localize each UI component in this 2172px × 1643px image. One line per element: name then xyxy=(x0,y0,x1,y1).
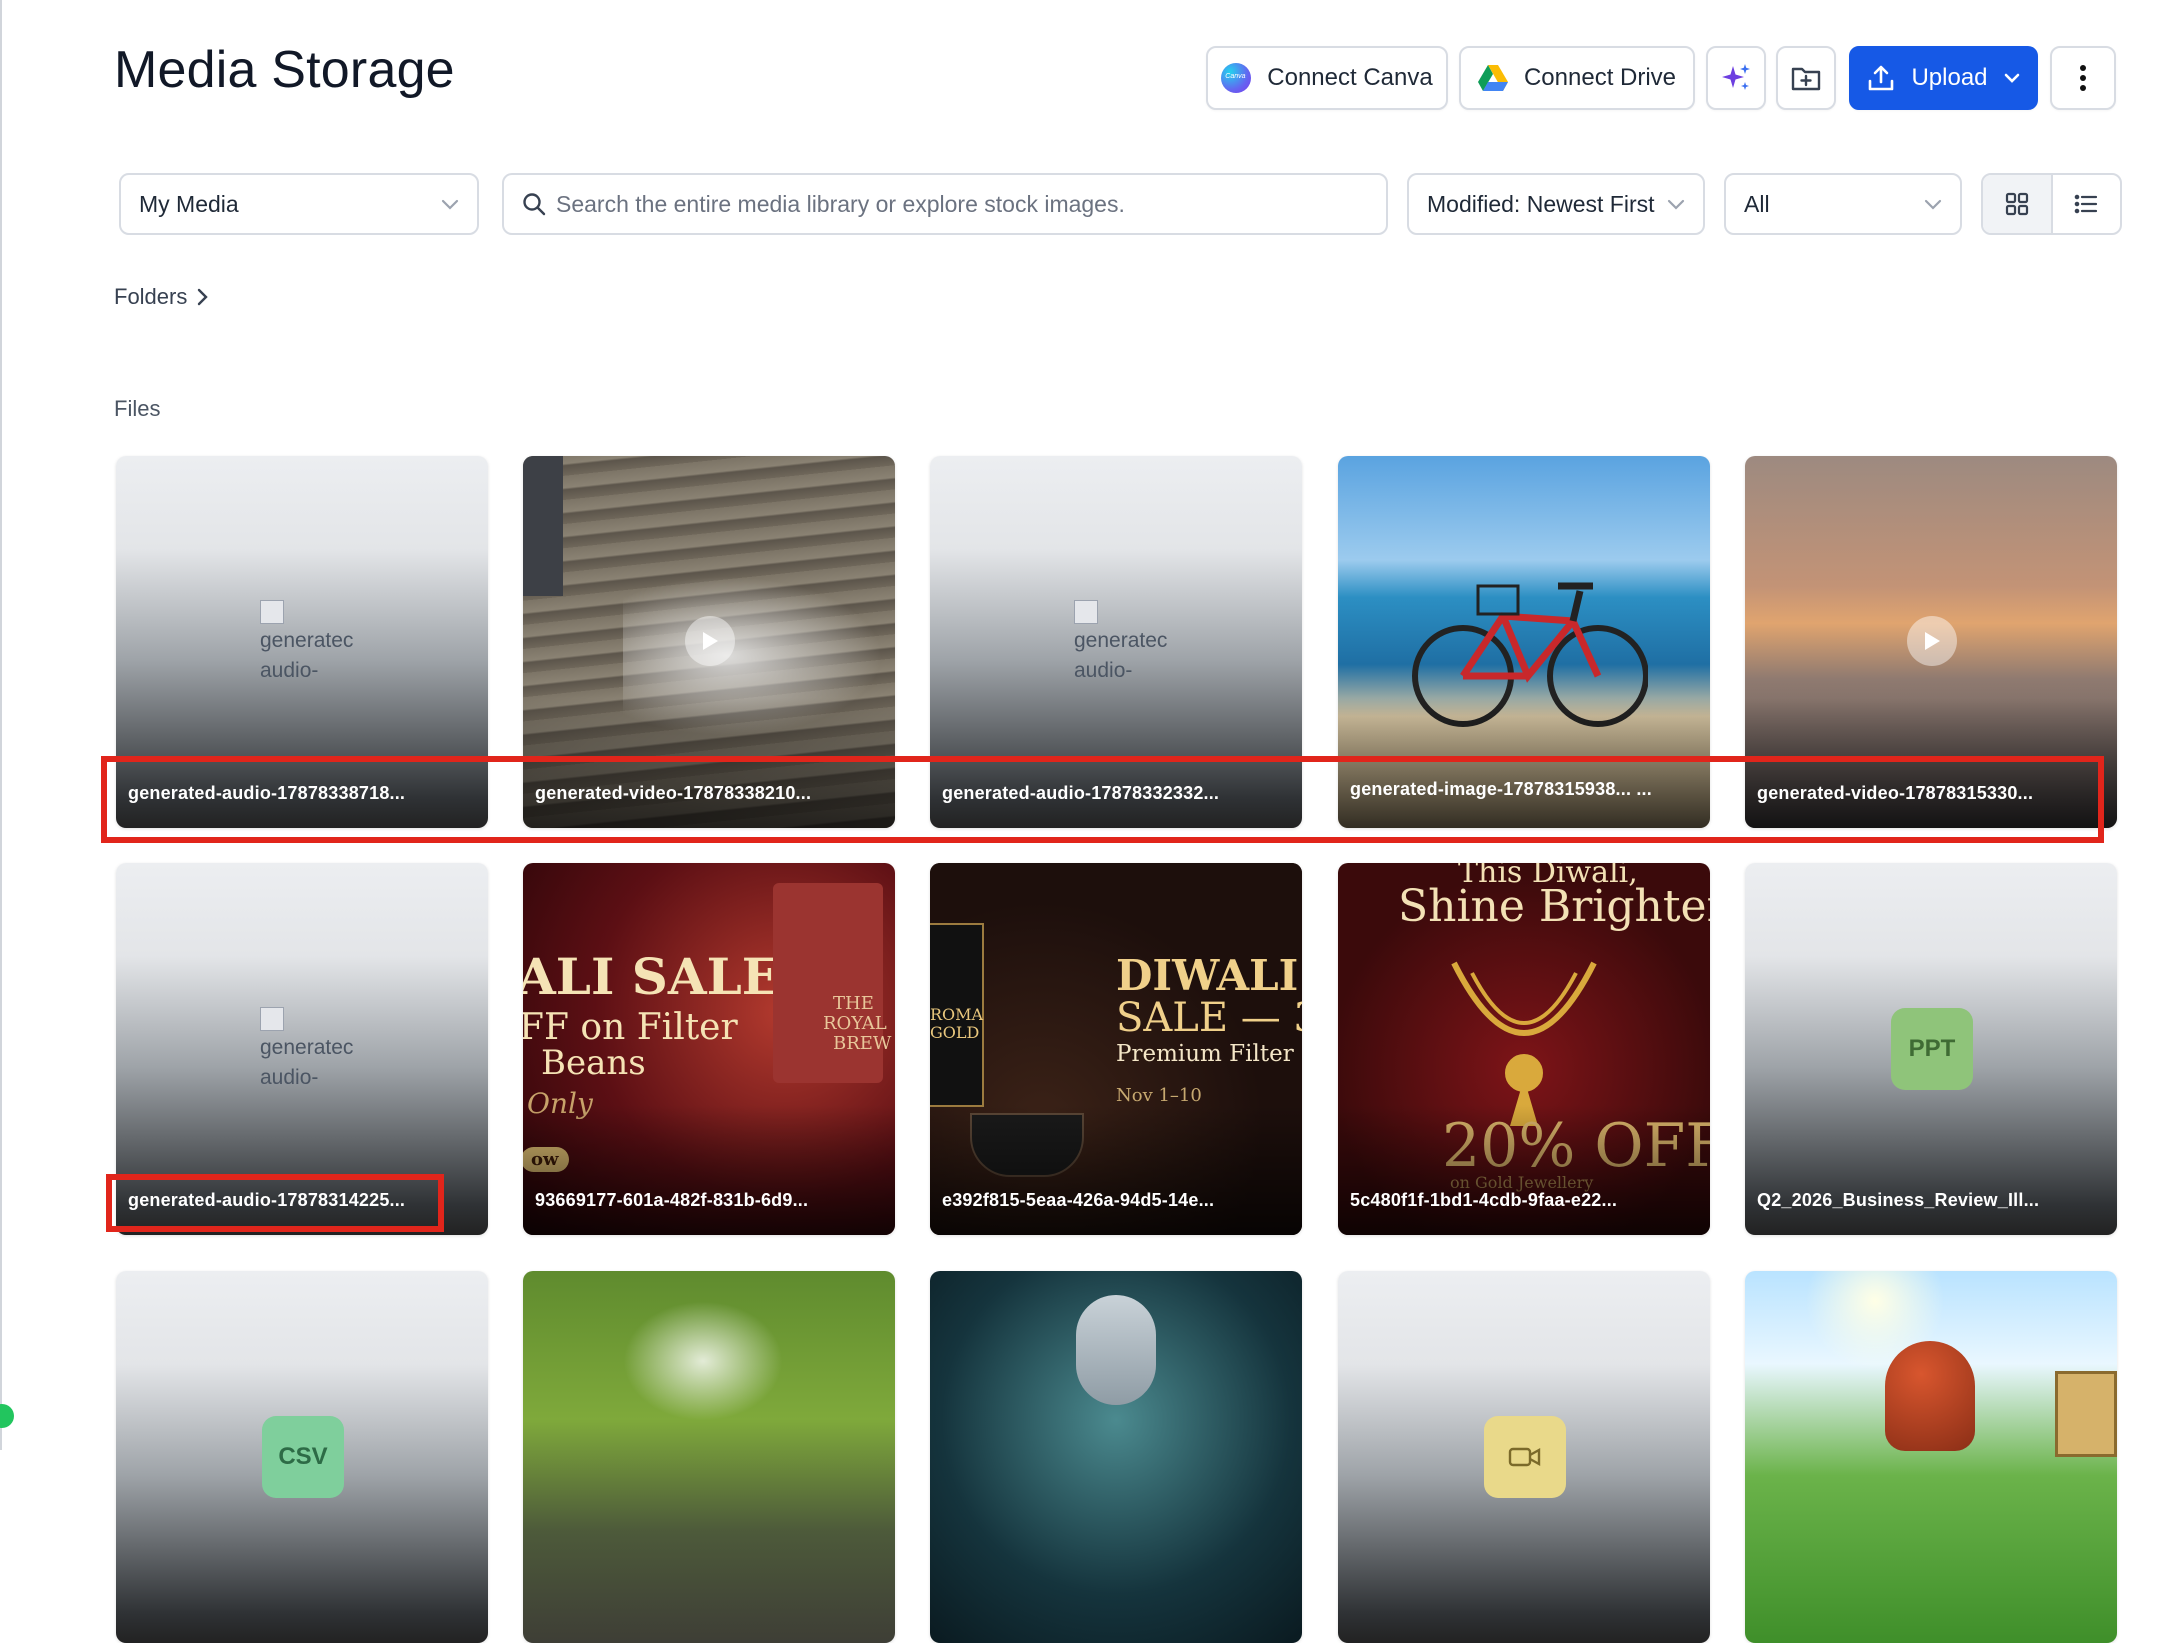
file-card[interactable]: generated-image-17878315938... ... xyxy=(1338,456,1710,828)
robot-head xyxy=(1076,1295,1156,1405)
csv-file-icon: CSV xyxy=(262,1416,344,1498)
files-heading: Files xyxy=(114,396,161,421)
media-source-select[interactable]: My Media xyxy=(119,173,479,235)
file-name: generated-audio-17878338718... xyxy=(128,783,406,803)
promo-text: DIWALI S xyxy=(1116,951,1302,1000)
chevron-down-icon xyxy=(2004,73,2019,83)
promo-text: GOLD xyxy=(930,1023,980,1042)
file-card[interactable]: generatec audio- generated-audio-17878338… xyxy=(116,456,488,828)
file-card[interactable]: generated-video-17878315330... xyxy=(1745,456,2117,828)
promo-text: ROMA xyxy=(930,1005,984,1024)
broken-image-icon: generatec audio- xyxy=(1074,600,1167,686)
ppt-file-icon: PPT xyxy=(1891,1008,1973,1090)
more-options-button[interactable] xyxy=(2050,46,2116,110)
file-card[interactable] xyxy=(930,1271,1302,1643)
chevron-down-icon xyxy=(1924,199,1942,210)
promo-text: Shine Brighter xyxy=(1398,881,1710,932)
upload-button[interactable]: Upload xyxy=(1849,46,2038,110)
file-name: generated-image-17878315938... ... xyxy=(1350,779,1652,799)
chevron-right-icon xyxy=(198,288,209,306)
file-card[interactable]: generated-video-17878338210... xyxy=(523,456,895,828)
spray-mist xyxy=(623,576,883,736)
connect-drive-label: Connect Drive xyxy=(1523,64,1677,91)
folders-label: Folders xyxy=(114,284,188,309)
file-card[interactable] xyxy=(523,1271,895,1643)
water-spray xyxy=(623,1301,783,1421)
folders-link[interactable]: Folders xyxy=(114,284,209,310)
file-card[interactable]: ALI SALE FF on Filter Beans Only THE ROY… xyxy=(523,863,895,1235)
file-name: Q2_2026_Business_Review_Ill... xyxy=(1757,1190,2040,1210)
sort-value: Modified: Newest First xyxy=(1427,190,1655,217)
view-toggle xyxy=(1981,173,2122,235)
file-card[interactable]: generatec audio- generated-audio-17878314… xyxy=(116,863,488,1235)
file-name: e392f815-5eaa-426a-94d5-14e... xyxy=(942,1190,1215,1210)
file-name: generated-video-17878315330... xyxy=(1757,783,2034,803)
connect-canva-label: Connect Canva xyxy=(1267,64,1433,91)
promo-text: 20% OFF xyxy=(1442,1111,1710,1181)
file-card[interactable] xyxy=(1338,1271,1710,1643)
search-icon xyxy=(523,193,546,216)
type-filter-select[interactable]: All xyxy=(1724,173,1962,235)
promo-text: FF on Filter xyxy=(523,1007,738,1048)
search-placeholder: Search the entire media library or explo… xyxy=(556,190,1125,217)
file-name: 93669177-601a-482f-831b-6d9... xyxy=(535,1190,809,1210)
list-view-button[interactable] xyxy=(2053,175,2121,233)
connect-drive-button[interactable]: Connect Drive xyxy=(1459,46,1695,110)
canva-logo-icon xyxy=(1221,63,1252,93)
promo-text: ow xyxy=(523,1147,569,1172)
media-source-value: My Media xyxy=(139,190,239,217)
sign-board xyxy=(2055,1371,2117,1457)
file-name: generated-video-17878338210... xyxy=(535,783,812,803)
upload-label: Upload xyxy=(1911,64,1988,91)
folder-plus-icon xyxy=(1791,67,1821,91)
file-name: 5c480f1f-1bd1-4cdb-9faa-e22... xyxy=(1350,1190,1618,1210)
video-file-icon xyxy=(1484,1416,1566,1498)
necklace-image xyxy=(1451,961,1597,1126)
promo-text: ALI SALE xyxy=(523,947,780,1006)
list-icon xyxy=(2074,194,2098,214)
file-card[interactable]: This Diwali, Shine Brighter 20% OFF on G… xyxy=(1338,863,1710,1235)
grid-icon xyxy=(2005,192,2028,216)
play-icon xyxy=(685,616,735,666)
rooster-shape xyxy=(1885,1341,1975,1451)
bicycle-image xyxy=(1412,582,1648,727)
promo-text: THE xyxy=(833,993,874,1014)
file-name: generated-audio-17878314225... xyxy=(128,1190,406,1210)
status-dot xyxy=(0,1404,14,1428)
page-title: Media Storage xyxy=(114,41,455,99)
promo-text: Only xyxy=(527,1087,593,1120)
file-card[interactable]: PPT Q2_2026_Business_Review_Ill... xyxy=(1745,863,2117,1235)
promo-text: SALE — 30 xyxy=(1116,995,1302,1041)
sort-select[interactable]: Modified: Newest First xyxy=(1407,173,1705,235)
promo-text: Nov 1–10 xyxy=(1116,1085,1202,1106)
broken-image-icon: generatec audio- xyxy=(260,600,353,686)
vertical-dots-icon xyxy=(2080,65,2086,91)
search-input[interactable]: Search the entire media library or explo… xyxy=(502,173,1388,235)
promo-text: Premium Filter Co xyxy=(1116,1041,1302,1067)
file-name: generated-audio-17878332332... xyxy=(942,783,1220,803)
play-icon xyxy=(1907,616,1957,666)
file-card[interactable]: ROMA GOLD DIWALI S SALE — 30 Premium Fil… xyxy=(930,863,1302,1235)
coffee-cup-shape xyxy=(970,1113,1084,1177)
chevron-down-icon xyxy=(1667,199,1685,210)
google-drive-icon xyxy=(1477,65,1508,91)
broken-image-icon: generatec audio- xyxy=(260,1007,353,1093)
chevron-down-icon xyxy=(441,199,459,210)
window-shape xyxy=(523,456,563,596)
file-card[interactable]: generatec audio- generated-audio-17878332… xyxy=(930,456,1302,828)
connect-canva-button[interactable]: Connect Canva xyxy=(1206,46,1448,110)
window-edge xyxy=(0,0,2,1450)
grid-view-button[interactable] xyxy=(1983,175,2053,233)
new-folder-button[interactable] xyxy=(1776,46,1836,110)
file-card[interactable]: CSV xyxy=(116,1271,488,1643)
promo-text: Beans xyxy=(541,1043,646,1083)
sparkle-icon xyxy=(1722,64,1750,90)
promo-text: ROYAL xyxy=(823,1013,887,1034)
ai-magic-button[interactable] xyxy=(1706,46,1766,110)
file-card[interactable] xyxy=(1745,1271,2117,1643)
promo-text: BREW xyxy=(833,1033,892,1054)
upload-icon xyxy=(1869,65,1894,91)
type-filter-value: All xyxy=(1744,190,1770,217)
